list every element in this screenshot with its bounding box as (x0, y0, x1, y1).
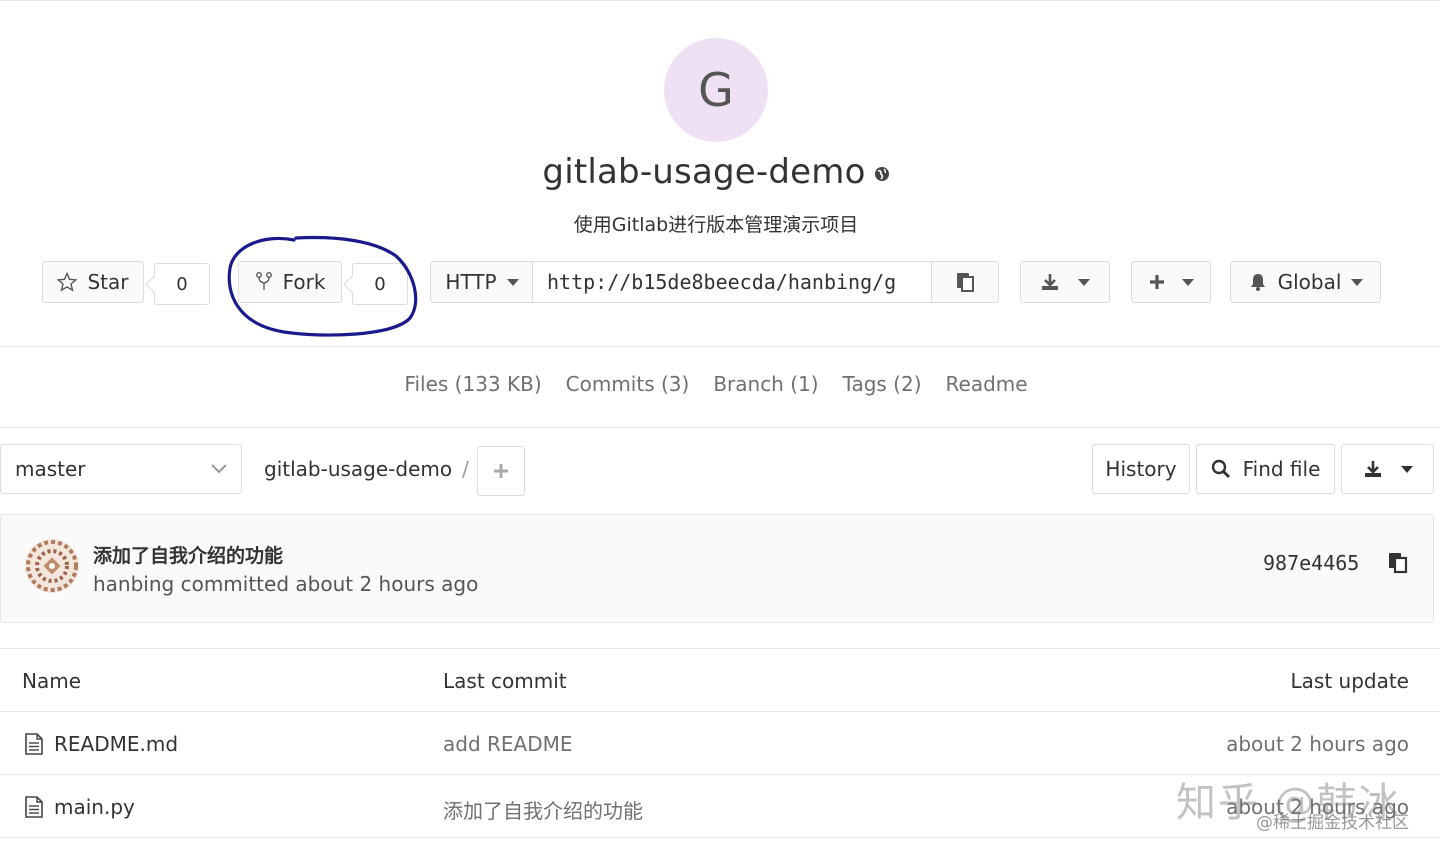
breadcrumb-project[interactable]: gitlab-usage-demo (264, 457, 452, 481)
file-name-cell[interactable]: README.md (24, 732, 178, 756)
star-label: Star (87, 270, 129, 294)
file-text-icon (25, 733, 43, 755)
chevron-down-icon (211, 464, 227, 474)
history-button[interactable]: History (1092, 444, 1190, 494)
column-name: Name (22, 669, 82, 693)
nav-commits[interactable]: Commits (3) (566, 372, 690, 396)
bell-icon (1250, 274, 1265, 291)
chevron-down-icon (1351, 278, 1364, 286)
globe-icon (874, 166, 889, 181)
plus-icon (1150, 275, 1164, 289)
nav-readme[interactable]: Readme (946, 372, 1028, 396)
protocol-dropdown[interactable]: HTTP (430, 261, 534, 303)
commit-title[interactable]: 添加了自我介绍的功能 (93, 541, 283, 568)
fork-button[interactable]: Fork (238, 261, 342, 303)
copy-url-button[interactable] (931, 261, 999, 303)
nav-tags[interactable]: Tags (2) (843, 372, 922, 396)
fork-icon (255, 272, 272, 290)
add-dropdown[interactable] (1131, 261, 1211, 303)
avatar[interactable] (25, 539, 79, 593)
notification-dropdown[interactable]: Global (1230, 261, 1381, 303)
file-name-cell[interactable]: main.py (24, 795, 135, 819)
add-to-tree-button[interactable] (477, 446, 525, 496)
commit-sha[interactable]: 987e4465 (1263, 551, 1359, 575)
clipboard-icon (957, 273, 974, 292)
download-icon (1042, 274, 1058, 290)
clipboard-icon[interactable] (1387, 551, 1409, 575)
fork-count-value: 0 (374, 273, 386, 295)
project-stats-nav: Files (133 KB) Commits (3) Branch (1) Ta… (0, 372, 1432, 396)
divider (0, 346, 1440, 347)
star-count-value: 0 (176, 273, 188, 295)
file-name: README.md (54, 732, 179, 756)
chevron-down-icon (1078, 278, 1090, 286)
project-description: 使用Gitlab进行版本管理演示项目 (573, 214, 859, 236)
star-icon (57, 272, 78, 292)
chevron-down-icon (1400, 465, 1413, 473)
project-name[interactable]: gitlab-usage-demo (542, 152, 865, 192)
find-file-label: Find file (1242, 457, 1321, 481)
chevron-down-icon (1182, 278, 1194, 286)
divider (0, 427, 1440, 428)
file-last-commit[interactable]: 添加了自我介绍的功能 (443, 795, 643, 824)
identicon-icon (25, 539, 79, 593)
find-file-button[interactable]: Find file (1196, 444, 1335, 494)
branch-name: master (15, 457, 86, 481)
project-avatar-letter: G (698, 63, 734, 117)
nav-files[interactable]: Files (133 KB) (404, 372, 541, 396)
star-button[interactable]: Star (42, 261, 144, 303)
commit-meta: hanbing committed about 2 hours ago (93, 572, 479, 596)
file-table-header: Name Last commit Last update (0, 648, 1440, 712)
column-last-commit: Last commit (443, 669, 567, 693)
star-count[interactable]: 0 (154, 263, 210, 305)
protocol-label: HTTP (445, 270, 497, 294)
table-row[interactable]: README.md add README about 2 hours ago (0, 712, 1440, 775)
notification-label: Global (1277, 270, 1342, 294)
chevron-down-icon (506, 278, 519, 286)
top-border (0, 0, 1440, 1)
last-commit-box: 添加了自我介绍的功能 hanbing committed about 2 hou… (0, 514, 1434, 623)
download-dropdown[interactable] (1020, 261, 1110, 303)
file-name: main.py (54, 795, 135, 819)
file-last-update: about 2 hours ago (1226, 732, 1409, 756)
clone-url-input[interactable]: http://b15de8beecda/hanbing/g (532, 261, 932, 303)
history-label: History (1105, 457, 1177, 481)
fork-label: Fork (282, 270, 326, 294)
download-source-dropdown[interactable] (1341, 444, 1434, 494)
file-last-commit[interactable]: add README (443, 732, 573, 756)
download-icon (1364, 461, 1381, 477)
search-icon (1211, 459, 1230, 478)
breadcrumb: gitlab-usage-demo / (264, 457, 469, 481)
column-last-update: Last update (1290, 669, 1410, 693)
project-avatar: G (664, 38, 768, 142)
project-title: gitlab-usage-demo (0, 152, 1432, 192)
fork-count[interactable]: 0 (352, 263, 408, 305)
breadcrumb-separator: / (462, 457, 469, 481)
plus-icon (494, 464, 508, 478)
nav-branch[interactable]: Branch (1) (713, 372, 818, 396)
branch-select[interactable]: master (0, 444, 242, 494)
watermark-juejin: @稀土掘金技术社区 (1256, 813, 1409, 833)
file-text-icon (25, 796, 43, 818)
